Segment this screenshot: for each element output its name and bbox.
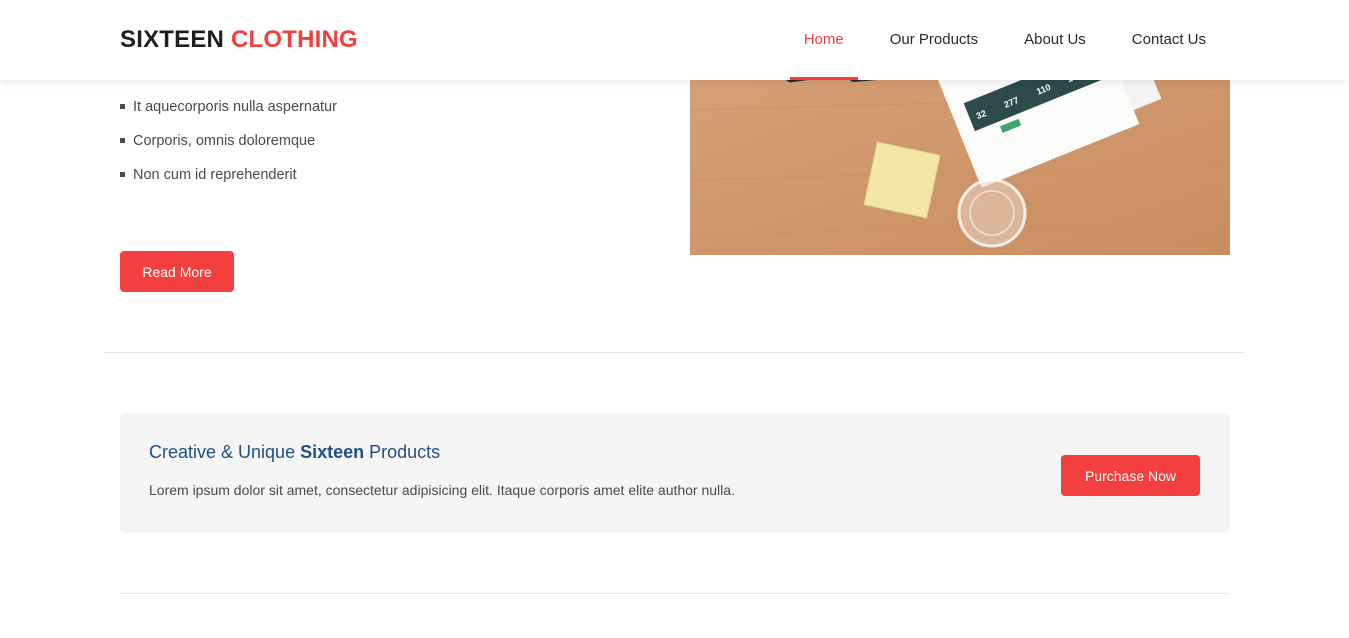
site-header: SIXTEEN CLOTHING Home Our Products About… [0,0,1349,80]
logo-primary-text: SIXTEEN [120,26,225,53]
logo-accent-text: CLOTHING [230,26,358,53]
cta-title-suffix: Products [364,442,441,462]
nav-item-contact-us[interactable]: Contact Us [1109,0,1229,80]
feature-list-item: Non cum id reprehenderit [120,158,337,192]
section-divider [120,593,1230,594]
nav-item-about-us[interactable]: About Us [1001,0,1109,80]
cta-description: Lorem ipsum dolor sit amet, consectetur … [149,482,735,498]
main-nav: Home Our Products About Us Contact Us [781,0,1229,80]
cta-title: Creative & Unique Sixteen Products [149,442,440,463]
site-logo[interactable]: SIXTEEN CLOTHING [120,26,358,54]
nav-item-our-products[interactable]: Our Products [867,0,1001,80]
purchase-now-button[interactable]: Purchase Now [1061,455,1200,496]
read-more-button[interactable]: Read More [120,251,234,292]
feature-list-item: It aquecorporis nulla aspernatur [120,90,337,124]
feature-list-item: Corporis, omnis doloremque [120,124,337,158]
nav-item-home[interactable]: Home [781,0,867,80]
cta-title-prefix: Creative & Unique [149,442,301,462]
call-to-action: Creative & Unique Sixteen Products Lorem… [120,413,1230,533]
section-divider [105,352,1245,353]
cta-title-highlight: Sixteen [300,442,365,462]
